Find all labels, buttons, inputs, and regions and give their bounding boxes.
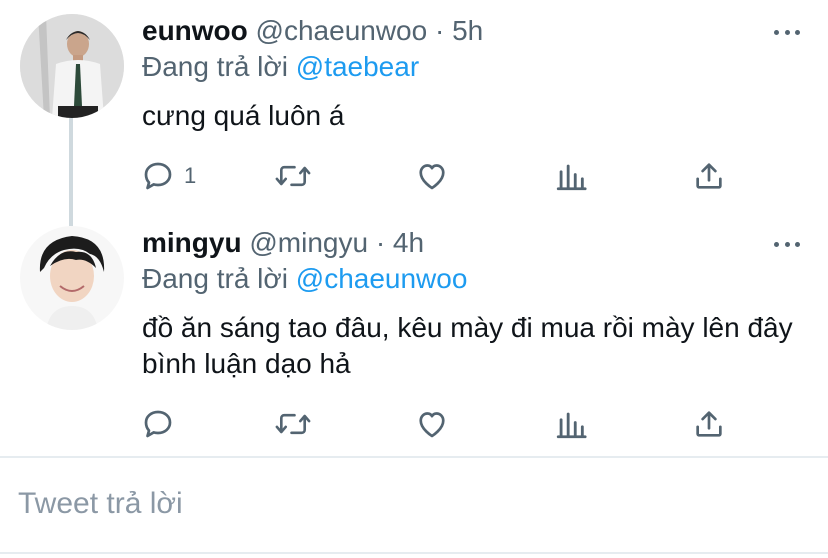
analytics-button[interactable] xyxy=(554,156,588,196)
reply-button[interactable] xyxy=(140,404,184,444)
share-icon xyxy=(696,411,722,437)
like-button[interactable] xyxy=(414,156,450,196)
like-icon xyxy=(419,164,445,190)
share-icon xyxy=(696,163,722,189)
separator-dot: · xyxy=(375,227,386,258)
avatar[interactable] xyxy=(20,226,124,330)
like-button[interactable] xyxy=(414,404,450,444)
like-icon xyxy=(419,412,445,438)
tweet-header: eunwoo @chaeunwoo · 5h xyxy=(142,14,483,48)
more-icon[interactable] xyxy=(774,240,800,248)
reply-icon xyxy=(144,410,172,438)
retweet-button[interactable] xyxy=(274,156,312,196)
tweet-2[interactable]: mingyu @mingyu · 4h Đang trả lời @chaeun… xyxy=(0,226,828,456)
user-handle[interactable]: @mingyu xyxy=(249,227,368,258)
replying-to-mention[interactable]: @taebear xyxy=(296,51,419,82)
tweet-actions xyxy=(140,404,730,444)
tweet-actions: 1 xyxy=(140,156,730,196)
tweet-text: đồ ăn sáng tao đâu, kêu mày đi mua rồi m… xyxy=(142,312,793,379)
retweet-icon xyxy=(275,165,311,187)
divider xyxy=(0,456,828,458)
analytics-button[interactable] xyxy=(554,404,588,444)
replying-to-prefix: Đang trả lời xyxy=(142,51,288,82)
retweet-button[interactable] xyxy=(274,404,312,444)
more-icon[interactable] xyxy=(774,28,800,36)
share-button[interactable] xyxy=(692,156,726,196)
avatar-image-eunwoo xyxy=(20,14,124,118)
display-name[interactable]: eunwoo xyxy=(142,15,248,46)
timestamp[interactable]: 5h xyxy=(452,15,483,46)
replying-to-mention[interactable]: @chaeunwoo xyxy=(296,263,468,294)
timestamp[interactable]: 4h xyxy=(393,227,424,258)
reply-icon xyxy=(144,162,172,190)
replying-to: Đang trả lời @chaeunwoo xyxy=(142,262,467,296)
tweet-text: cưng quá luôn á xyxy=(142,100,345,131)
analytics-icon xyxy=(556,412,587,439)
replying-to-prefix: Đang trả lời xyxy=(142,263,288,294)
separator-dot: · xyxy=(434,15,445,46)
tweet-1[interactable]: eunwoo @chaeunwoo · 5h Đang trả lời @tae… xyxy=(0,0,828,226)
reply-count: 1 xyxy=(184,163,197,188)
replying-to: Đang trả lời @taebear xyxy=(142,50,419,84)
divider xyxy=(0,552,828,554)
reply-input[interactable]: Tweet trả lời xyxy=(18,484,183,524)
display-name[interactable]: mingyu xyxy=(142,227,242,258)
avatar-image-mingyu xyxy=(20,226,124,330)
retweet-icon xyxy=(275,413,311,435)
reply-button[interactable]: 1 xyxy=(140,156,196,196)
avatar[interactable] xyxy=(20,14,124,118)
tweet-header: mingyu @mingyu · 4h xyxy=(142,226,424,260)
user-handle[interactable]: @chaeunwoo xyxy=(256,15,428,46)
share-button[interactable] xyxy=(692,404,726,444)
analytics-icon xyxy=(556,164,587,191)
thread-connector-line xyxy=(69,118,73,226)
